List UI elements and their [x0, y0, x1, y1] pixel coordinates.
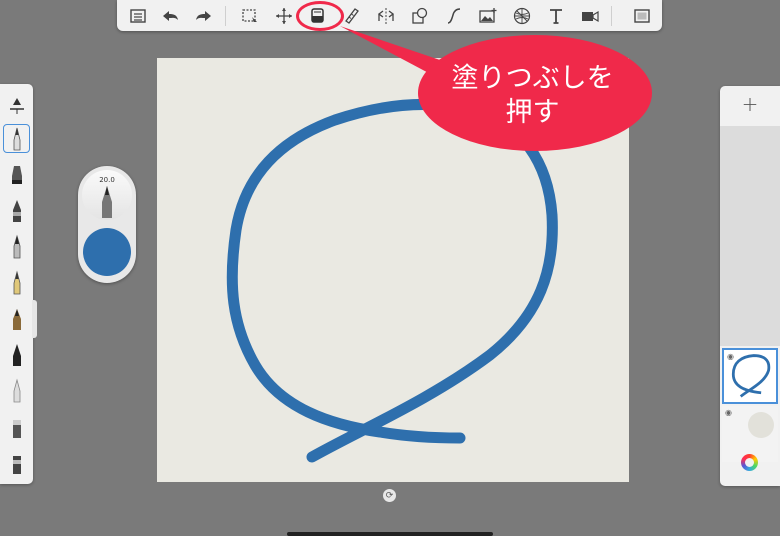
- brush-color-swatch[interactable]: [83, 228, 131, 276]
- paint-brush-icon[interactable]: [3, 232, 30, 261]
- ink-brush-icon[interactable]: [3, 304, 30, 333]
- layer-list: [720, 126, 780, 346]
- color-wheel-icon[interactable]: [741, 454, 758, 471]
- pen-brush-icon[interactable]: [3, 268, 30, 297]
- soft-brush-icon[interactable]: [3, 376, 30, 405]
- background-color-swatch: [748, 412, 774, 438]
- airbrush-icon[interactable]: [3, 160, 30, 189]
- pencil-brush-icon[interactable]: [3, 124, 30, 153]
- brush-size-control[interactable]: 20.0: [82, 170, 132, 220]
- layer-1-thumbnail[interactable]: ◉: [722, 348, 778, 404]
- home-indicator: [287, 532, 493, 536]
- eraser-brush-icon[interactable]: [3, 412, 30, 441]
- callout-line-2: 押す: [505, 97, 560, 128]
- marker-icon[interactable]: [3, 196, 30, 225]
- visibility-eye-icon[interactable]: ◉: [727, 352, 734, 361]
- brush-preview-icon: [102, 186, 112, 218]
- callout-text: 塗りつぶしを 押す: [420, 62, 645, 130]
- canvas-rotate-icon[interactable]: ⟳: [383, 489, 396, 502]
- panel-collapse-tab[interactable]: [32, 300, 37, 338]
- brush-puck[interactable]: 20.0: [78, 166, 136, 283]
- fountain-pen-icon[interactable]: [3, 340, 30, 369]
- brush-size-label: 20.0: [99, 176, 115, 184]
- brush-library-panel: [0, 84, 33, 484]
- add-layer-button[interactable]: +: [720, 86, 780, 122]
- brush-library-toggle-icon[interactable]: [3, 90, 30, 119]
- callout-line-1: 塗りつぶしを: [451, 63, 614, 94]
- smudge-brush-icon[interactable]: [3, 448, 30, 477]
- layers-panel: + ◉ ◉: [720, 86, 780, 486]
- visibility-eye-icon[interactable]: ◉: [725, 408, 732, 417]
